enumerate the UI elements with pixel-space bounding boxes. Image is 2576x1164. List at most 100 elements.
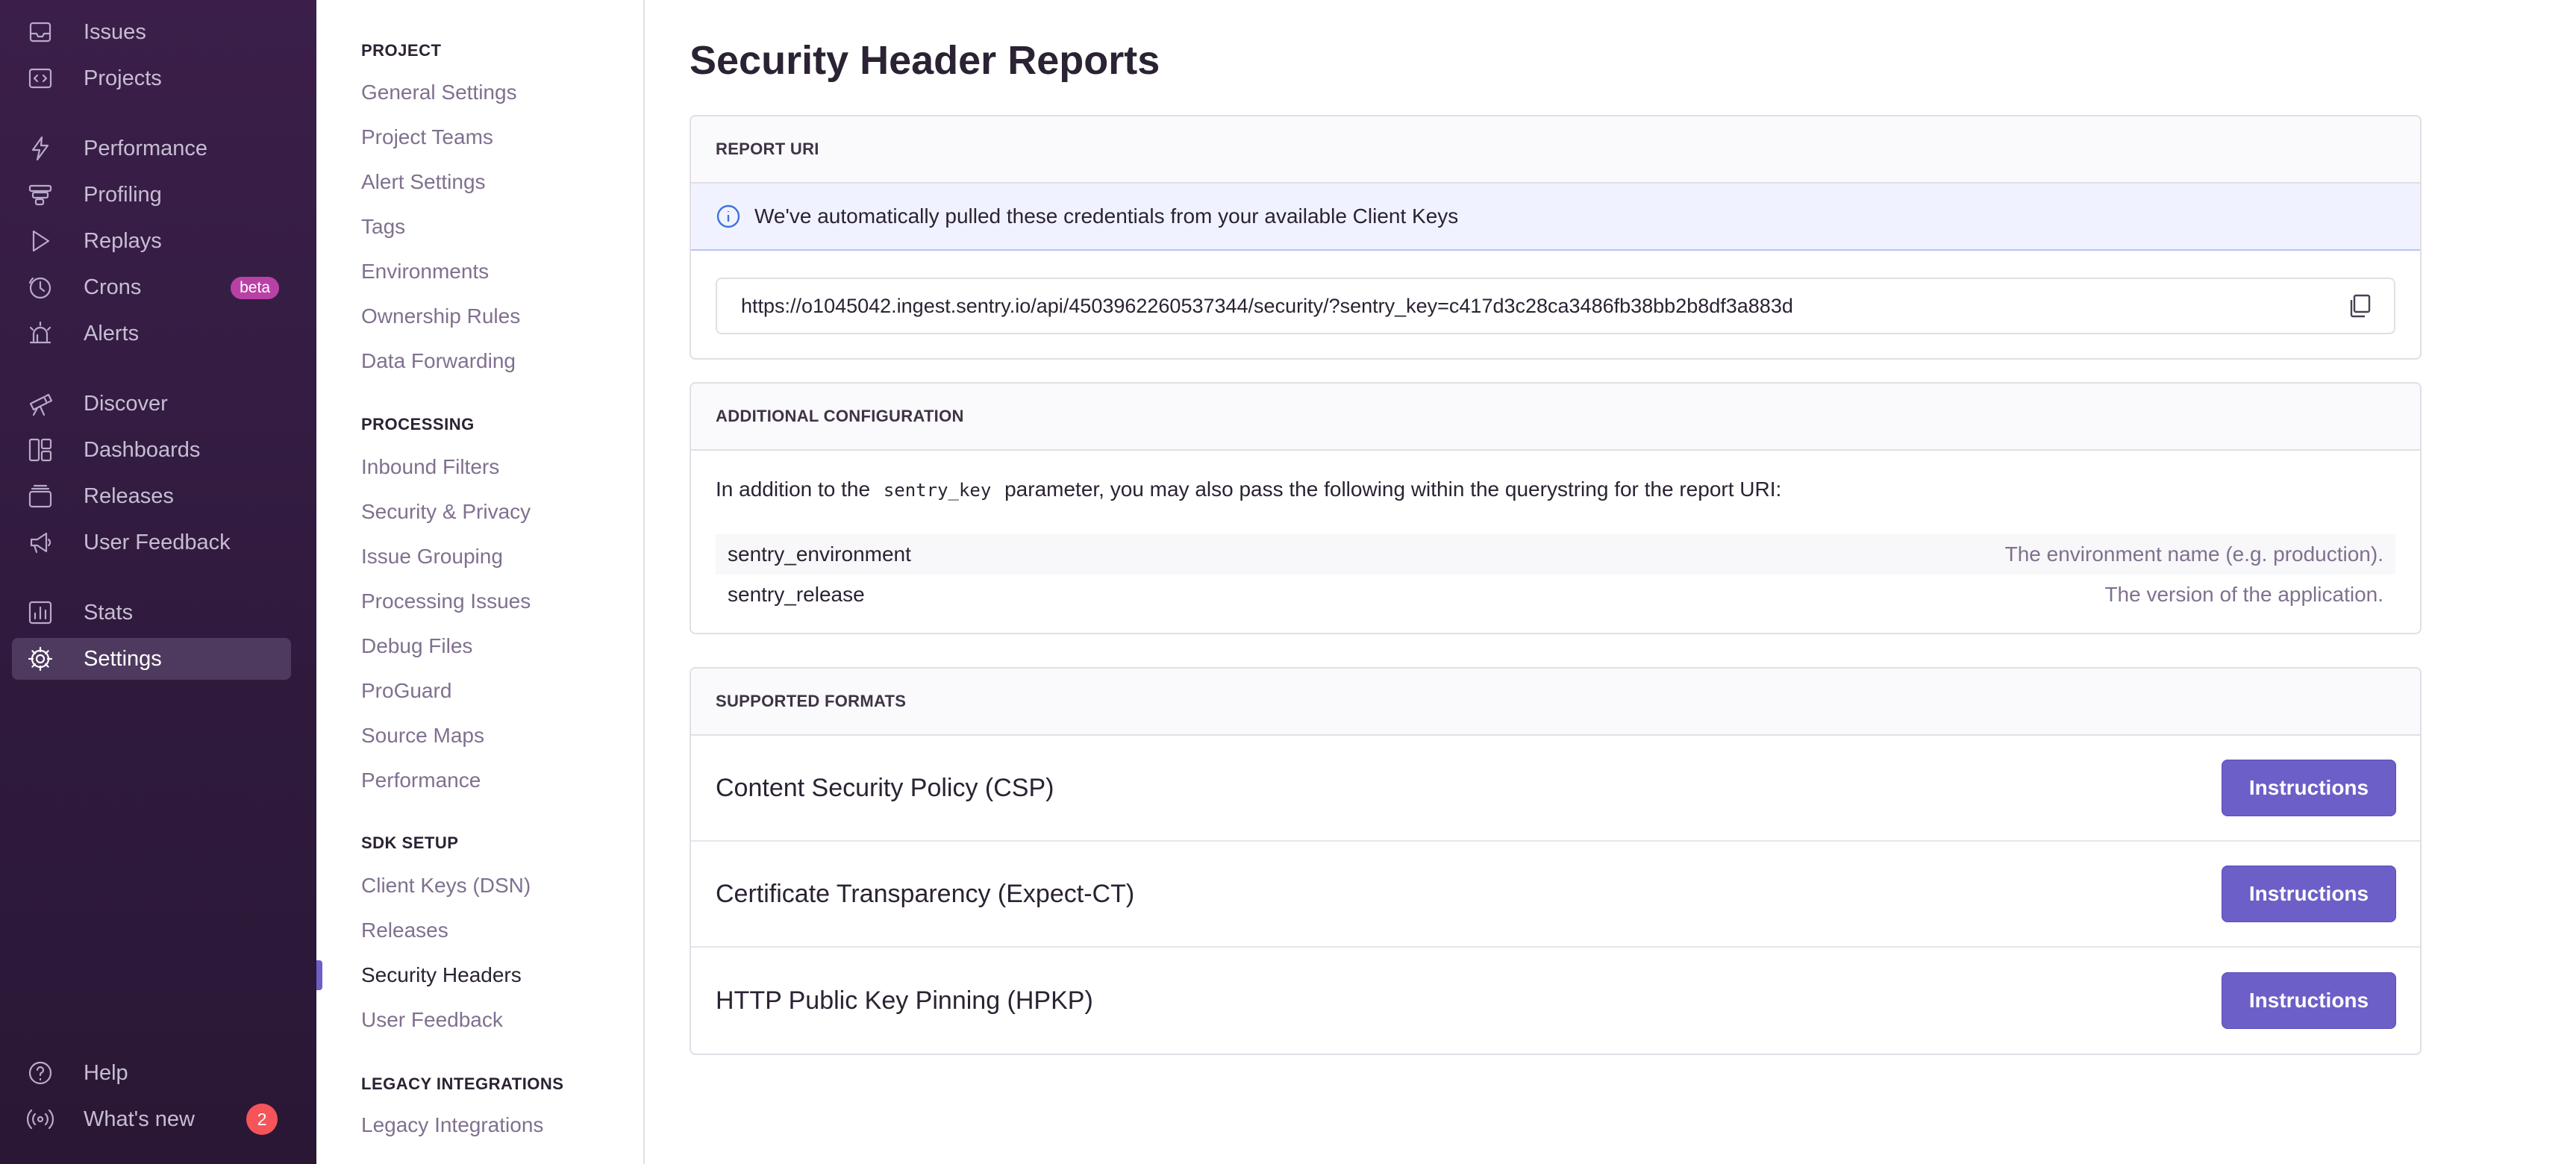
sidebar-item-label: Discover <box>84 391 168 416</box>
info-alert: We've automatically pulled these credent… <box>691 184 2420 251</box>
subnav-link-data-forwarding[interactable]: Data Forwarding <box>361 349 516 373</box>
report-uri-panel: REPORT URI We've automatically pulled th… <box>690 115 2422 360</box>
report-uri-value[interactable]: https://o1045042.ingest.sentry.io/api/45… <box>741 295 1793 318</box>
profiling-icon <box>25 180 55 210</box>
subnav-link-user-feedback[interactable]: User Feedback <box>361 1008 503 1032</box>
subnav-link-issue-grouping[interactable]: Issue Grouping <box>361 545 503 569</box>
sidebar-item-label: Replays <box>84 228 162 253</box>
param-key: sentry_environment <box>728 542 911 566</box>
additional-configuration-panel: ADDITIONAL CONFIGURATION In addition to … <box>690 382 2422 634</box>
sidebar-item-label: Releases <box>84 484 174 508</box>
param-description: The version of the application. <box>2104 583 2383 606</box>
sidebar-item-label: Profiling <box>84 182 162 207</box>
param-description: The environment name (e.g. production). <box>2004 542 2383 566</box>
format-row-csp: Content Security Policy (CSP) Instructio… <box>691 736 2420 842</box>
description-text: parameter, you may also pass the followi… <box>1004 478 1782 501</box>
csp-instructions-button[interactable]: Instructions <box>2222 760 2396 816</box>
telescope-icon <box>25 389 55 419</box>
notification-count-badge: 2 <box>246 1104 278 1135</box>
sidebar-item-label: Dashboards <box>84 437 201 462</box>
sidebar-item-label: Performance <box>84 136 208 160</box>
play-icon <box>25 226 55 256</box>
broadcast-icon <box>25 1104 55 1134</box>
panel-heading: SUPPORTED FORMATS <box>691 669 2420 736</box>
sidebar-item-whats-new[interactable]: What's new 2 <box>12 1098 291 1140</box>
subnav-link-general-settings[interactable]: General Settings <box>361 81 517 104</box>
subnav-link-tags[interactable]: Tags <box>361 215 405 239</box>
sidebar-item-label: Stats <box>84 600 134 625</box>
question-icon <box>25 1058 55 1088</box>
subnav-link-client-keys[interactable]: Client Keys (DSN) <box>361 874 531 898</box>
description-text: In addition to the <box>716 478 871 501</box>
expect-ct-instructions-button[interactable]: Instructions <box>2222 866 2396 922</box>
subnav-link-inbound-filters[interactable]: Inbound Filters <box>361 455 499 479</box>
format-row-hpkp: HTTP Public Key Pinning (HPKP) Instructi… <box>691 948 2420 1054</box>
report-uri-field[interactable]: https://o1045042.ingest.sentry.io/api/45… <box>716 278 2395 334</box>
subnav-link-proguard[interactable]: ProGuard <box>361 679 451 703</box>
sidebar-item-dashboards[interactable]: Dashboards <box>12 429 291 471</box>
sentry-key-code: sentry_key <box>883 480 992 501</box>
timer-icon <box>25 272 55 302</box>
sidebar-item-replays[interactable]: Replays <box>12 220 291 262</box>
hpkp-instructions-button[interactable]: Instructions <box>2222 972 2396 1029</box>
param-key: sentry_release <box>728 583 865 606</box>
sidebar-item-settings[interactable]: Settings <box>12 638 291 680</box>
sidebar-item-stats[interactable]: Stats <box>12 592 291 633</box>
copy-icon[interactable] <box>2346 292 2375 321</box>
main-content: Security Header Reports REPORT URI We've… <box>645 0 2576 1164</box>
subnav-link-source-maps[interactable]: Source Maps <box>361 724 484 748</box>
stats-icon <box>25 598 55 628</box>
subnav-link-ownership-rules[interactable]: Ownership Rules <box>361 304 520 328</box>
format-name: Content Security Policy (CSP) <box>716 773 1054 802</box>
subnav-link-legacy-integrations[interactable]: Legacy Integrations <box>361 1113 543 1137</box>
section-heading-sdk-setup: SDK SETUP <box>361 833 459 852</box>
sidebar-item-profiling[interactable]: Profiling <box>12 174 291 216</box>
subnav-link-processing-issues[interactable]: Processing Issues <box>361 589 531 613</box>
subnav-link-security-headers[interactable]: Security Headers <box>361 963 522 987</box>
sidebar-item-label: What's new <box>84 1107 195 1131</box>
sidebar-item-releases[interactable]: Releases <box>12 475 291 517</box>
sidebar-item-discover[interactable]: Discover <box>12 383 291 425</box>
sidebar-item-label: Help <box>84 1060 128 1085</box>
section-heading-project: PROJECT <box>361 41 442 60</box>
sidebar-item-label: Settings <box>84 646 162 671</box>
active-link-indicator <box>316 960 322 990</box>
configuration-description: In addition to the sentry_key parameter,… <box>691 451 2420 534</box>
sidebar-item-user-feedback[interactable]: User Feedback <box>12 522 291 563</box>
format-name: HTTP Public Key Pinning (HPKP) <box>716 986 1093 1015</box>
supported-formats-panel: SUPPORTED FORMATS Content Security Polic… <box>690 667 2422 1055</box>
sidebar-item-help[interactable]: Help <box>12 1052 291 1094</box>
param-row: sentry_environment The environment name … <box>716 534 2395 575</box>
section-heading-processing: PROCESSING <box>361 415 475 434</box>
sidebar-item-label: Projects <box>84 66 162 90</box>
subnav-link-releases[interactable]: Releases <box>361 919 448 942</box>
format-row-expect-ct: Certificate Transparency (Expect-CT) Ins… <box>691 842 2420 948</box>
format-name: Certificate Transparency (Expect-CT) <box>716 879 1135 908</box>
sidebar-item-alerts[interactable]: Alerts <box>12 313 291 354</box>
inbox-icon <box>25 17 55 47</box>
subnav-link-security-privacy[interactable]: Security & Privacy <box>361 500 531 524</box>
settings-subnav: PROJECT General Settings Project Teams A… <box>316 0 645 1164</box>
sidebar-item-label: Issues <box>84 19 146 44</box>
main-sidebar: Issues Projects Performance Profiling Re… <box>0 0 316 1164</box>
megaphone-icon <box>25 528 55 557</box>
panel-heading: ADDITIONAL CONFIGURATION <box>691 384 2420 451</box>
subnav-link-alert-settings[interactable]: Alert Settings <box>361 170 486 194</box>
code-icon <box>25 63 55 93</box>
beta-badge: beta <box>231 277 279 299</box>
sidebar-item-label: User Feedback <box>84 530 231 554</box>
sidebar-item-projects[interactable]: Projects <box>12 57 291 99</box>
sidebar-item-crons[interactable]: Crons beta <box>12 266 291 308</box>
subnav-link-project-teams[interactable]: Project Teams <box>361 125 493 149</box>
info-alert-text: We've automatically pulled these credent… <box>754 204 1459 228</box>
package-icon <box>25 481 55 511</box>
dashboard-icon <box>25 435 55 465</box>
page-title: Security Header Reports <box>690 38 1160 83</box>
sidebar-item-label: Crons <box>84 275 142 299</box>
sidebar-item-issues[interactable]: Issues <box>12 11 291 53</box>
subnav-link-environments[interactable]: Environments <box>361 260 489 284</box>
subnav-link-debug-files[interactable]: Debug Files <box>361 634 472 658</box>
subnav-link-performance[interactable]: Performance <box>361 769 481 792</box>
sidebar-item-performance[interactable]: Performance <box>12 128 291 169</box>
info-icon <box>716 204 741 229</box>
